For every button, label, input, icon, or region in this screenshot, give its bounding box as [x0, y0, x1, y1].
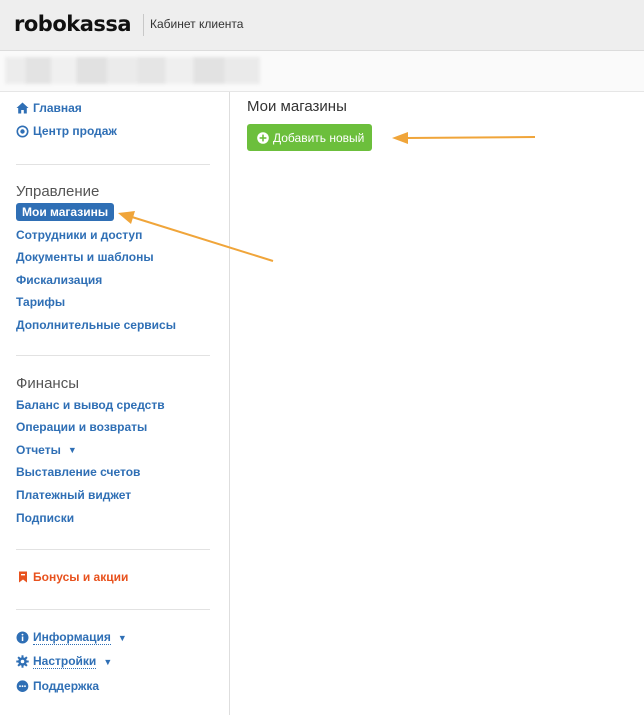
sidebar-divider: [16, 355, 210, 356]
sidebar-item-staff-access[interactable]: Сотрудники и доступ: [16, 228, 142, 242]
home-icon: [16, 102, 29, 115]
header-divider: [143, 14, 144, 36]
sidebar: Главная Центр продаж Управление Мои мага…: [0, 92, 230, 715]
top-bar: robokassa Кабинет клиента: [0, 0, 644, 51]
caret-down-icon: ▼: [117, 632, 127, 643]
chat-bubble-icon: [16, 679, 29, 693]
sidebar-item-label: Отчеты: [16, 443, 61, 457]
robokassa-logo[interactable]: robokassa: [14, 12, 132, 36]
sidebar-item-label: Бонусы и акции: [33, 570, 129, 584]
sidebar-item-label: Настройки: [33, 654, 97, 669]
sidebar-item-reports[interactable]: Отчеты ▼: [16, 443, 77, 457]
main-content: Мои магазины Добавить новый: [230, 92, 644, 715]
sidebar-item-label: Центр продаж: [33, 124, 117, 138]
caret-down-icon: ▼: [103, 656, 113, 667]
sidebar-divider: [16, 164, 210, 165]
sidebar-divider: [16, 609, 210, 610]
sidebar-item-subscriptions[interactable]: Подписки: [16, 511, 74, 525]
sidebar-item-my-shops[interactable]: Мои магазины: [16, 203, 115, 221]
plus-circle-icon: [257, 131, 269, 144]
section-title-management: Управление: [16, 183, 100, 200]
redacted-user-info: [5, 57, 260, 84]
sidebar-item-label: Поддержка: [33, 679, 100, 693]
sidebar-item-bonuses[interactable]: Бонусы и акции: [16, 570, 128, 584]
sidebar-item-extra-services[interactable]: Дополнительные сервисы: [16, 318, 176, 332]
sidebar-item-label: Информация: [33, 630, 111, 645]
sidebar-item-invoicing[interactable]: Выставление счетов: [16, 465, 140, 479]
sidebar-item-payment-widget[interactable]: Платежный виджет: [16, 488, 131, 502]
sidebar-item-settings[interactable]: Настройки ▼: [16, 654, 112, 669]
add-new-shop-button[interactable]: Добавить новый: [247, 124, 373, 151]
sidebar-item-fiscalization[interactable]: Фискализация: [16, 273, 102, 287]
sidebar-item-documents[interactable]: Документы и шаблоны: [16, 250, 154, 264]
sidebar-item-operations[interactable]: Операции и возвраты: [16, 420, 147, 434]
sidebar-item-sales-center[interactable]: Центр продаж: [16, 124, 117, 138]
sidebar-item-label: Главная: [33, 101, 82, 115]
page-title: Мои магазины: [247, 98, 347, 115]
section-title-finance: Финансы: [16, 375, 79, 392]
add-new-shop-label: Добавить новый: [273, 130, 365, 145]
target-icon: [16, 125, 29, 138]
sidebar-item-support[interactable]: Поддержка: [16, 679, 99, 693]
sidebar-item-balance[interactable]: Баланс и вывод средств: [16, 398, 165, 412]
sidebar-item-tariffs[interactable]: Тарифы: [16, 295, 65, 309]
caret-down-icon: ▼: [67, 445, 77, 455]
sidebar-item-home[interactable]: Главная: [16, 101, 82, 115]
header-subtitle: Кабинет клиента: [150, 17, 244, 31]
sidebar-divider: [16, 549, 210, 550]
sidebar-item-info[interactable]: Информация ▼: [16, 630, 127, 645]
bookmark-icon: [16, 571, 29, 584]
info-icon: [16, 631, 29, 644]
user-bar: [0, 51, 644, 92]
gear-icon: [16, 655, 29, 668]
